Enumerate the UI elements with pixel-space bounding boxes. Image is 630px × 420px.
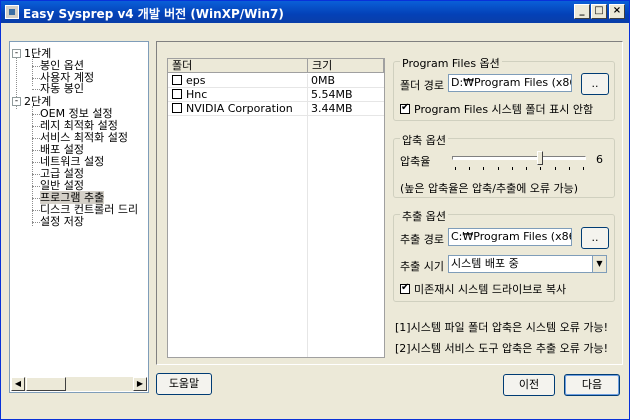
checkbox-label: 미존재시 시스템 드라이브로 복사: [414, 283, 567, 296]
folder-name: NVIDIA Corporation: [186, 102, 293, 115]
minimize-button[interactable]: _: [574, 4, 590, 19]
folder-name: eps: [186, 74, 206, 87]
slider-tick: [469, 167, 471, 170]
row-checkbox[interactable]: [172, 89, 182, 99]
compression-slider-thumb[interactable]: [537, 151, 544, 165]
hide-system-folder-checkbox[interactable]: Program Files 시스템 폴더 표시 안함: [400, 101, 593, 117]
warning-note-1: [1]시스템 파일 폴더 압축은 시스템 오류 가능!: [395, 321, 609, 334]
title-bar[interactable]: Easy Sysprep v4 개발 버전 (WinXP/Win7) _ □ ×: [1, 1, 629, 23]
tree-connector: [32, 150, 40, 151]
copy-to-system-drive-checkbox[interactable]: 미존재시 시스템 드라이브로 복사: [400, 281, 566, 297]
group-title: Program Files 옵션: [400, 55, 502, 71]
close-button[interactable]: ×: [609, 4, 625, 19]
folder-name: Hnc: [186, 88, 208, 101]
folder-list[interactable]: 폴더 크기 eps 0MB Hnc 5.54MB NVIDIA Corporat…: [167, 58, 385, 358]
column-header-folder[interactable]: 폴더: [168, 59, 308, 73]
group-title: 추출 옵션: [400, 208, 448, 224]
collapse-icon[interactable]: -: [12, 49, 21, 58]
extract-path-field[interactable]: C:₩Program Files (x86): [448, 228, 572, 246]
list-header: 폴더 크기: [168, 59, 384, 73]
slider-tick: [583, 167, 584, 170]
slider-tick: [526, 167, 528, 170]
tree-connector: [32, 210, 40, 211]
main-window: Easy Sysprep v4 개발 버전 (WinXP/Win7) _ □ ×…: [0, 0, 630, 420]
table-row[interactable]: NVIDIA Corporation 3.44MB: [168, 102, 384, 116]
warning-note-2: [2]시스템 서비스 도구 압축은 추출 오류 가능!: [395, 342, 609, 355]
checkbox-check-icon[interactable]: [400, 102, 410, 114]
navigation-tree: - 1단계 봉인 옵션 사용자 계정 자동 봉인 - 2단계 OEM 정보 설정…: [12, 44, 148, 374]
tree-item-auto-seal[interactable]: 자동 봉인: [40, 82, 84, 95]
app-icon: [5, 5, 19, 19]
compression-note: (높은 압축율은 압축/추출에 오류 가능): [400, 182, 579, 195]
tree-connector: [32, 66, 40, 67]
column-divider: [307, 74, 308, 357]
tree-item-label: 자동 봉인: [40, 82, 84, 95]
navigation-tree-panel: - 1단계 봉인 옵션 사용자 계정 자동 봉인 - 2단계 OEM 정보 설정…: [9, 41, 149, 393]
extract-path-label: 추출 경로: [400, 233, 444, 246]
row-checkbox[interactable]: [172, 75, 182, 85]
compression-level-label: 압축율: [400, 155, 431, 168]
tree-connector: [32, 186, 40, 187]
folder-size: 3.44MB: [311, 102, 353, 115]
tree-connector: [32, 174, 40, 175]
scroll-left-icon[interactable]: ◀: [11, 377, 25, 391]
group-title: 압축 옵션: [400, 132, 448, 148]
slider-tick: [568, 167, 570, 170]
tree-item-label: 설정 저장: [40, 215, 84, 228]
slider-tick: [511, 167, 513, 170]
checkbox-label: Program Files 시스템 폴더 표시 안함: [414, 103, 594, 116]
window-title: Easy Sysprep v4 개발 버전 (WinXP/Win7): [23, 7, 284, 21]
slider-tick: [497, 167, 499, 170]
slider-tick: [554, 167, 556, 170]
folder-size: 5.54MB: [311, 88, 353, 101]
tree-connector: [32, 162, 40, 163]
table-row[interactable]: eps 0MB: [168, 74, 384, 88]
help-button[interactable]: 도움말: [156, 373, 212, 395]
tree-connector: [32, 78, 40, 79]
collapse-icon[interactable]: -: [12, 97, 21, 106]
program-files-group: Program Files 옵션 폴더 경로 D:₩Program Files …: [393, 55, 615, 121]
compression-level-value: 6: [596, 153, 603, 166]
extract-browse-button[interactable]: ..: [581, 227, 609, 249]
tree-connector: [32, 89, 40, 90]
tree-connector: [32, 222, 40, 223]
table-row[interactable]: Hnc 5.54MB: [168, 88, 384, 102]
tree-connector: [32, 198, 40, 199]
scroll-thumb[interactable]: [26, 377, 66, 391]
checkbox-check-icon[interactable]: [400, 282, 410, 294]
tree-connector: [32, 138, 40, 139]
extract-time-select[interactable]: 시스템 배포 중 ▼: [448, 255, 607, 273]
maximize-button[interactable]: □: [591, 4, 607, 19]
content-panel: 폴더 크기 eps 0MB Hnc 5.54MB NVIDIA Corporat…: [156, 41, 623, 365]
extract-time-label: 추출 시기: [400, 260, 444, 273]
tree-item-save-settings[interactable]: 설정 저장: [40, 215, 84, 228]
extract-time-value: 시스템 배포 중: [451, 257, 519, 270]
slider-tick: [483, 167, 485, 170]
prev-button[interactable]: 이전: [503, 374, 555, 396]
dropdown-arrow-icon[interactable]: ▼: [592, 256, 606, 272]
column-header-size[interactable]: 크기: [308, 59, 384, 73]
next-button[interactable]: 다음: [564, 374, 620, 396]
compression-group: 압축 옵션 압축율 6 (높은 압축율은 압축/추출에 오류 가능): [393, 132, 615, 198]
folder-size: 0MB: [311, 74, 336, 87]
slider-tick: [540, 167, 542, 170]
tree-connector: [32, 126, 40, 127]
scroll-right-icon[interactable]: ▶: [133, 377, 147, 391]
tree-connector: [32, 114, 40, 115]
horizontal-scrollbar[interactable]: ◀ ▶: [11, 377, 147, 391]
slider-tick: [455, 167, 456, 170]
compression-slider-track[interactable]: [452, 156, 586, 160]
folder-path-label: 폴더 경로: [400, 79, 444, 92]
folder-path-field[interactable]: D:₩Program Files (x86): [448, 74, 572, 92]
tree-connector: [32, 106, 33, 226]
row-checkbox[interactable]: [172, 103, 182, 113]
extract-group: 추출 옵션 추출 경로 C:₩Program Files (x86) .. 추출…: [393, 208, 615, 302]
folder-browse-button[interactable]: ..: [581, 73, 609, 95]
